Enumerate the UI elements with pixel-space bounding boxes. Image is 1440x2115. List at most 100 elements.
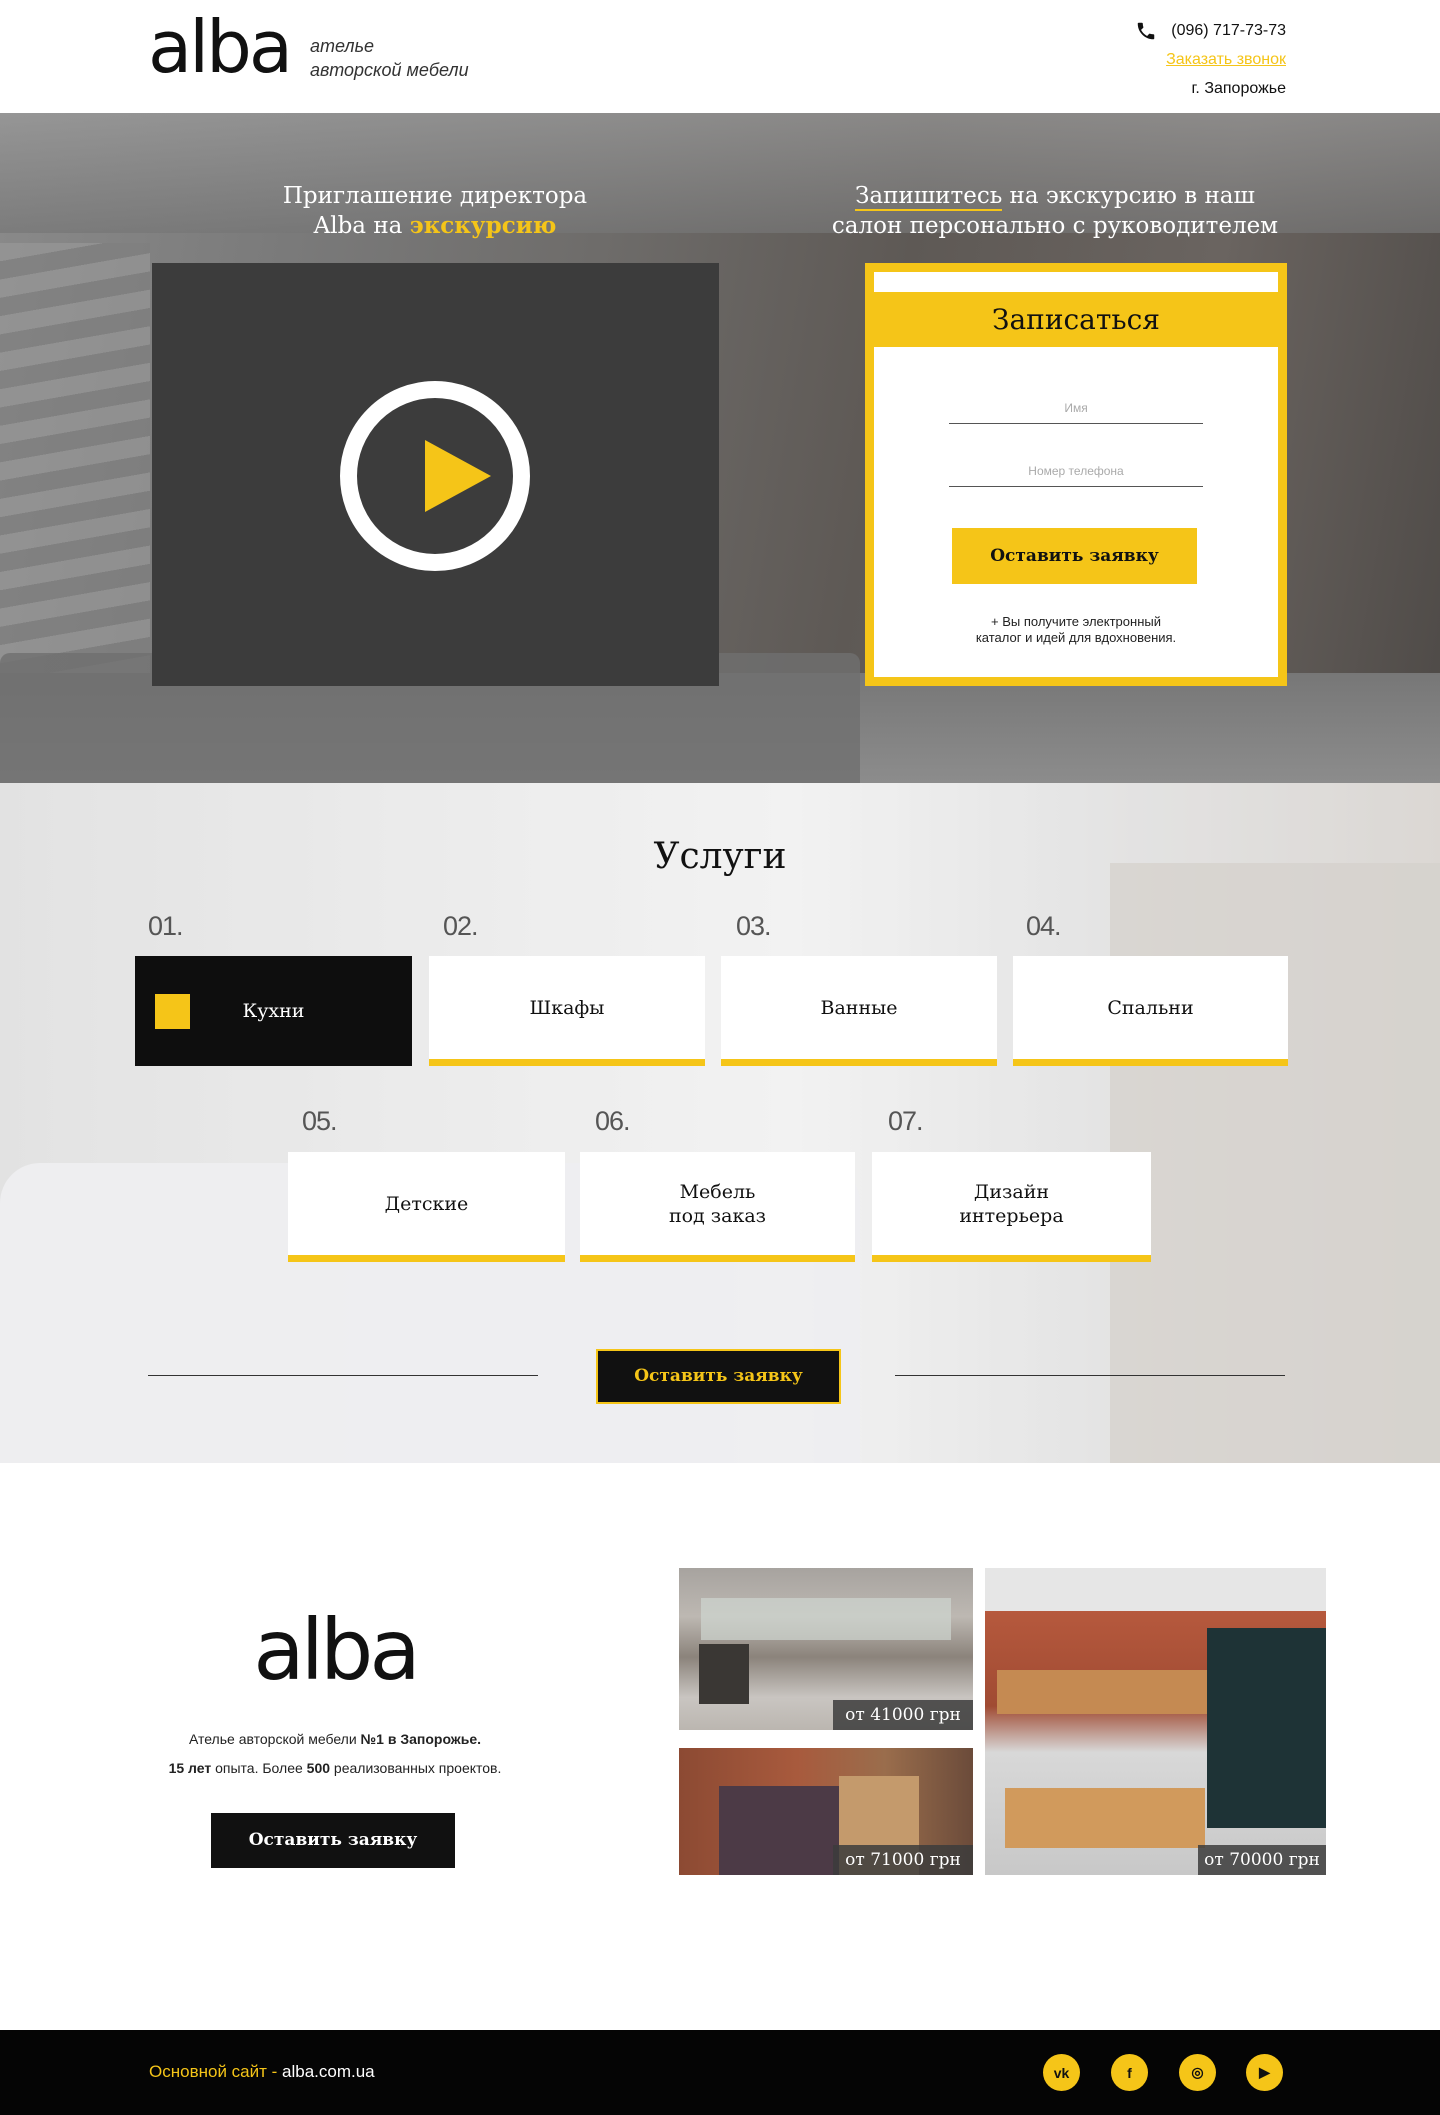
photo-shape (701, 1598, 951, 1640)
service-label: Детские (384, 1192, 469, 1215)
hero-left-title-line1: Приглашение директора (282, 183, 588, 209)
service-number: 02. (443, 911, 479, 941)
logo-tagline: ателье авторской мебели (310, 34, 469, 82)
services-section: Услуги 01. 02. 03. 04. 05. 06. 07. Кухни… (0, 783, 1440, 1463)
divider-line (148, 1375, 538, 1376)
hero-section: Приглашение директора Alba на экскурсию … (0, 113, 1440, 783)
price-badge: от 41000 грн (833, 1700, 973, 1730)
phone-number[interactable]: (096) 717-73-73 (1171, 16, 1286, 45)
tagline-line2: авторской мебели (310, 60, 469, 80)
service-label-line1: Мебель (679, 1180, 756, 1203)
vk-glyph: vk (1053, 2064, 1070, 2081)
instagram-glyph: ◎ (1191, 2064, 1204, 2080)
form-note-line2: каталог и идей для вдохновения. (975, 630, 1177, 645)
active-marker-icon (155, 994, 190, 1029)
city-label: г. Запорожье (1191, 80, 1286, 97)
hero-left-title-line2: Alba на экскурсию (270, 211, 600, 241)
phone-row: (096) 717-73-73 (1135, 16, 1286, 45)
service-card-kitchens[interactable]: Кухни (135, 956, 412, 1066)
service-label-line2: интерьера (959, 1204, 1064, 1227)
youtube-glyph: ▶ (1259, 2064, 1270, 2080)
services-title: Услуги (653, 836, 787, 877)
phone-field[interactable]: Номер телефона (949, 464, 1203, 487)
service-card-wardrobes[interactable]: Шкафы (429, 956, 705, 1066)
service-label-line1: Дизайн (973, 1180, 1050, 1203)
service-card-bathrooms[interactable]: Ванные (721, 956, 997, 1066)
service-number: 05. (302, 1106, 338, 1136)
project-photo[interactable]: от 71000 грн (679, 1748, 973, 1875)
service-number: 07. (888, 1106, 924, 1136)
youtube-icon[interactable]: ▶ (1246, 2054, 1283, 2091)
footer: Основной сайт - alba.com.ua vk f ◎ ▶ (0, 2030, 1440, 2115)
photo-shape (719, 1786, 839, 1875)
service-number: 06. (595, 1106, 631, 1136)
about-section: alba Ателье авторской мебели №1 в Запоро… (0, 1463, 1440, 2030)
service-label: Кухни (242, 1000, 305, 1022)
hero-right-title-line2: салон персонально с руководителем (831, 213, 1279, 239)
about-logo: alba (253, 1601, 421, 1699)
service-label: Мебель под заказ (669, 1180, 766, 1228)
tagline-line1: ателье (310, 36, 375, 56)
service-label: Дизайн интерьера (959, 1180, 1063, 1228)
facebook-icon[interactable]: f (1111, 2054, 1148, 2091)
about-text-part: опыта. Более (211, 1760, 307, 1776)
about-text-part: Ателье авторской мебели (188, 1731, 361, 1747)
photo-shape (1005, 1788, 1205, 1848)
price-badge: от 71000 грн (833, 1845, 973, 1875)
about-text-line1: Ателье авторской мебели №1 в Запорожье. (140, 1725, 530, 1754)
submit-button[interactable]: Оставить заявку (952, 528, 1197, 584)
service-label: Шкафы (529, 996, 605, 1019)
play-button[interactable] (340, 381, 530, 571)
vk-icon[interactable]: vk (1043, 2054, 1080, 2091)
about-text-bold: 500 (306, 1760, 331, 1776)
video-player[interactable] (152, 263, 719, 686)
about-text-bold: №1 в Запорожье. (360, 1731, 482, 1747)
callback-link[interactable]: Заказать звонок (1135, 45, 1286, 74)
instagram-icon[interactable]: ◎ (1179, 2054, 1216, 2091)
logo[interactable]: alba (148, 2, 293, 92)
contacts: (096) 717-73-73 Заказать звонок г. Запор… (1135, 16, 1286, 103)
service-number: 04. (1026, 911, 1062, 941)
about-text: Ателье авторской мебели №1 в Запорожье. … (140, 1725, 530, 1783)
hero-left-title-highlight: экскурсию (409, 212, 557, 239)
photo-shape (1207, 1628, 1326, 1828)
form-note: + Вы получите электронный каталог и идей… (904, 614, 1248, 646)
price-badge: от 70000 грн (1198, 1845, 1326, 1875)
hero-right-title-rest: на экскурсию в наш (1002, 183, 1255, 209)
service-label: Спальни (1107, 996, 1194, 1019)
hero-left-title-text: Alba на (313, 213, 410, 239)
footer-site-link[interactable]: alba.com.ua (282, 2062, 375, 2081)
photo-shape (997, 1670, 1207, 1714)
facebook-glyph: f (1127, 2064, 1132, 2081)
about-text-part: реализованных проектов. (330, 1760, 502, 1776)
divider-line (895, 1375, 1285, 1376)
form-title: Записаться (874, 292, 1278, 347)
form-note-line1: + Вы получите электронный (991, 614, 1161, 629)
service-label-line2: под заказ (668, 1204, 767, 1227)
about-request-button[interactable]: Оставить заявку (211, 1813, 455, 1868)
signup-form: Записаться Имя Номер телефона Оставить з… (865, 263, 1287, 686)
service-card-interior-design[interactable]: Дизайн интерьера (872, 1152, 1151, 1262)
name-field[interactable]: Имя (949, 401, 1203, 424)
phone-icon (1138, 22, 1155, 39)
footer-label: Основной сайт - (149, 2062, 283, 2081)
project-photo[interactable]: от 70000 грн (985, 1568, 1326, 1875)
service-card-custom-furniture[interactable]: Мебель под заказ (580, 1152, 855, 1262)
service-number: 01. (148, 911, 184, 941)
about-text-bold: 15 лет (168, 1760, 212, 1776)
hero-right-title: Запишитесь на экскурсию в наш салон перс… (830, 181, 1280, 241)
service-label: Ванные (820, 996, 898, 1019)
hero-left-title: Приглашение директора Alba на экскурсию (270, 181, 600, 241)
footer-text: Основной сайт - alba.com.ua (149, 2060, 375, 2084)
play-icon (425, 440, 491, 512)
photo-shape (699, 1644, 749, 1704)
about-text-line2: 15 лет опыта. Более 500 реализованных пр… (140, 1754, 530, 1783)
service-card-kids[interactable]: Детские (288, 1152, 565, 1262)
hero-right-title-line1: Запишитесь на экскурсию в наш (830, 181, 1280, 211)
services-request-button[interactable]: Оставить заявку (596, 1349, 841, 1404)
service-number: 03. (736, 911, 772, 941)
header: alba ателье авторской мебели (096) 717-7… (0, 0, 1440, 113)
project-photo[interactable]: от 41000 грн (679, 1568, 973, 1730)
hero-right-title-underlined: Запишитесь (855, 183, 1003, 211)
service-card-bedrooms[interactable]: Спальни (1013, 956, 1288, 1066)
